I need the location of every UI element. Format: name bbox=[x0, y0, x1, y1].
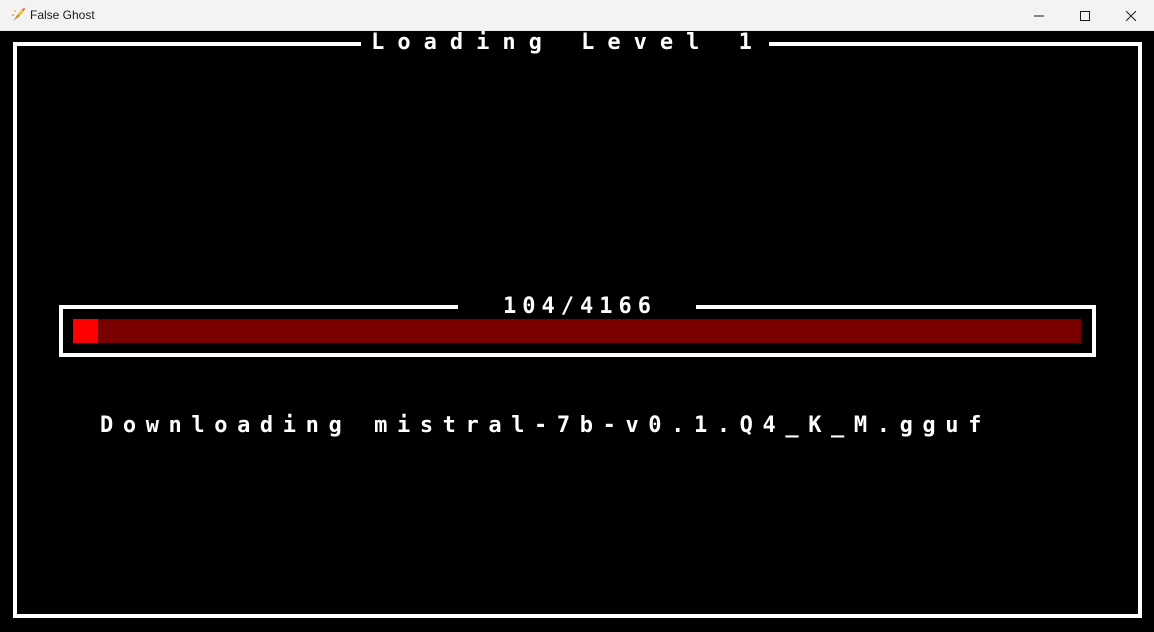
maximize-button[interactable] bbox=[1062, 0, 1108, 31]
maximize-icon bbox=[1080, 10, 1090, 21]
window-title: False Ghost bbox=[30, 8, 95, 22]
progress-fill bbox=[73, 319, 98, 343]
close-button[interactable] bbox=[1108, 0, 1154, 31]
close-icon bbox=[1126, 10, 1136, 21]
progress-bar bbox=[73, 319, 1081, 343]
window-title-bar[interactable]: False Ghost bbox=[0, 0, 1154, 31]
minimize-button[interactable] bbox=[1016, 0, 1062, 31]
minimize-icon bbox=[1034, 11, 1044, 21]
download-status: Downloading mistral-7b-v0.1.Q4_K_M.gguf bbox=[100, 413, 991, 438]
app-icon bbox=[10, 7, 26, 23]
progress-counter: 104/4166 bbox=[458, 295, 696, 319]
game-screen: Loading Level 1 104/4166 Downloading mis… bbox=[0, 31, 1154, 632]
loading-title: Loading Level 1 bbox=[361, 31, 769, 55]
